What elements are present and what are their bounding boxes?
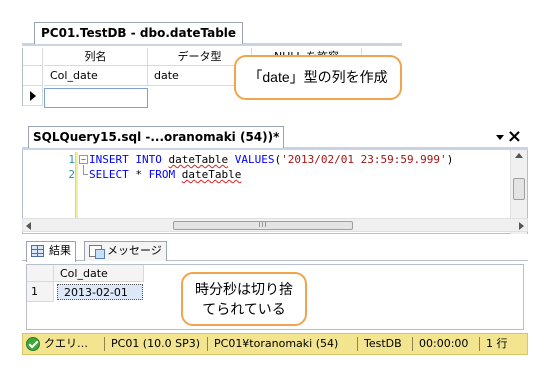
new-column-name-input[interactable]: [44, 88, 148, 108]
annotation-callout-create-column: 「date」型の列を作成: [234, 55, 402, 100]
column-header-col-date[interactable]: Col_date: [54, 265, 144, 282]
annotation-callout-time-truncated: 時分秒は切り捨 てられている: [181, 272, 307, 326]
status-user: PC01¥toranomaki (54): [214, 337, 339, 350]
result-cell[interactable]: 2013-02-01: [57, 284, 143, 300]
status-separator: [479, 337, 480, 351]
code-line-insert: INSERT INTO dateTable VALUES('2013/02/01…: [89, 152, 453, 167]
tab-messages-label: メッセージ: [107, 244, 162, 257]
table-identifier: dateTable: [181, 168, 242, 181]
punctuation: ): [446, 153, 454, 166]
tab-results[interactable]: 結果: [26, 241, 76, 262]
status-server: PC01 (10.0 SP3): [111, 337, 200, 350]
grid-corner[interactable]: [27, 265, 54, 282]
outline-guide: [83, 165, 84, 174]
row-number[interactable]: 1: [27, 282, 54, 302]
keyword: FROM: [148, 168, 176, 181]
messages-icon: [89, 245, 105, 259]
scroll-right-arrow-icon[interactable]: [519, 222, 524, 230]
row-selector[interactable]: [23, 66, 43, 86]
status-bar: クエリ… PC01 (10.0 SP3) PC01¥toranomaki (54…: [22, 333, 528, 355]
line-number: 2: [68, 168, 75, 181]
keyword: SELECT: [89, 168, 129, 181]
status-separator: [357, 337, 358, 351]
scroll-thumb[interactable]: [513, 178, 525, 200]
operator: *: [135, 168, 142, 181]
keyword: INTO: [135, 153, 162, 166]
table-identifier: dateTable: [168, 153, 229, 166]
tab-messages[interactable]: メッセージ: [84, 241, 167, 261]
outline-guide: [83, 174, 88, 175]
status-separator: [207, 337, 208, 351]
tab-list-dropdown-icon[interactable]: [496, 135, 504, 140]
check-circle-icon: [26, 337, 40, 351]
code-line-select: SELECT * FROM dateTable: [89, 167, 241, 182]
callout-line: 時分秒は切り捨: [195, 281, 293, 297]
status-query: クエリ…: [44, 337, 88, 350]
callout-line: てられている: [202, 301, 286, 317]
designer-tab[interactable]: PC01.TestDB - dbo.dateTable: [34, 22, 244, 44]
grid-icon: [31, 245, 44, 257]
keyword: VALUES: [234, 153, 275, 166]
scroll-left-arrow-icon[interactable]: [26, 222, 31, 230]
line-number: 1: [68, 153, 75, 166]
status-row-count: 1 行: [486, 337, 508, 350]
string-literal: '2013/02/01 23:59:59.999': [281, 153, 447, 166]
header-corner: [23, 48, 43, 66]
close-icon[interactable]: ×: [507, 127, 522, 147]
status-database: TestDB: [364, 337, 402, 350]
status-separator: [104, 337, 105, 351]
result-tabs: 結果 メッセージ: [22, 239, 528, 262]
change-tracking-margin: [75, 152, 78, 220]
current-row-arrow-icon: [30, 91, 36, 101]
query-tab[interactable]: SQLQuery15.sql -...oranomaki (54))*: [28, 126, 285, 148]
column-name-header: 列名: [44, 48, 148, 66]
column-name-cell[interactable]: Col_date: [44, 66, 148, 86]
scroll-up-arrow-icon[interactable]: [515, 153, 523, 158]
horizontal-scrollbar[interactable]: III: [22, 218, 528, 232]
keyword: INSERT: [89, 153, 129, 166]
collapse-outline-icon[interactable]: −: [79, 155, 88, 164]
sql-query-panel: SQLQuery15.sql -...oranomaki (54))* × 1 …: [22, 126, 528, 366]
new-row-selector[interactable]: [23, 86, 43, 106]
status-elapsed-time: 00:00:00: [419, 337, 469, 350]
tab-results-label: 結果: [49, 244, 71, 257]
scroll-thumb[interactable]: III: [173, 221, 353, 230]
status-separator: [412, 337, 413, 351]
